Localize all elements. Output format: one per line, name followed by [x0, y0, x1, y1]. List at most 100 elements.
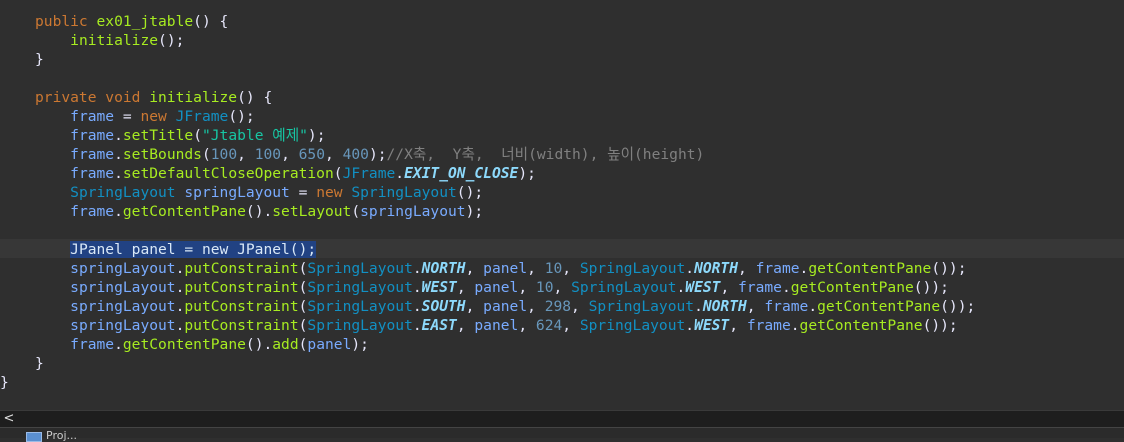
code-token: .	[395, 165, 405, 182]
project-icon[interactable]	[26, 432, 42, 442]
code-token: ,	[562, 260, 580, 277]
code-token: (	[201, 146, 211, 163]
code-token: ,	[571, 298, 589, 315]
code-line[interactable]: frame.setDefaultCloseOperation(JFrame.EX…	[35, 164, 536, 183]
code-token: frame	[738, 279, 782, 296]
code-token: frame	[70, 146, 115, 163]
code-token: JFrame	[342, 165, 396, 182]
code-token: ,	[518, 317, 536, 334]
code-token: setDefaultCloseOperation	[122, 165, 334, 182]
code-token: putConstraint	[184, 298, 299, 315]
code-token: ());	[931, 260, 967, 277]
code-token: 298	[544, 298, 572, 315]
code-token: private void	[35, 89, 150, 106]
bottom-tab-label[interactable]: Proj...	[46, 430, 77, 441]
code-token: (	[351, 203, 361, 220]
code-token: getContentPane	[799, 317, 923, 334]
code-token: SpringLayout	[307, 298, 413, 315]
code-line[interactable]: initialize();	[35, 31, 184, 50]
code-line[interactable]: JPanel panel = new JPanel();	[35, 240, 317, 259]
code-token: panel	[483, 298, 528, 315]
code-token: SpringLayout	[351, 184, 457, 201]
code-line[interactable]: private void initialize() {	[35, 88, 272, 107]
code-token: }	[35, 355, 44, 372]
code-token: ().	[245, 336, 273, 353]
code-token: springLayout	[70, 298, 176, 315]
code-token: ,	[729, 317, 747, 334]
code-token: NORTH	[421, 260, 466, 277]
code-token: NORTH	[702, 298, 747, 315]
code-token: frame	[764, 298, 809, 315]
code-token: springLayout	[70, 260, 176, 277]
code-token: JFrame	[175, 108, 229, 125]
code-line[interactable]: }	[35, 50, 44, 69]
code-token: .	[412, 317, 422, 334]
code-token: .	[808, 298, 818, 315]
code-token: getContentPane	[790, 279, 914, 296]
code-line[interactable]: springLayout.putConstraint(SpringLayout.…	[35, 278, 949, 297]
code-token: initialize	[149, 89, 238, 106]
code-token: WEST	[421, 279, 457, 296]
code-token: ex01_jtable	[96, 13, 194, 30]
code-token: ,	[465, 260, 484, 277]
scroll-left-arrow-icon[interactable]: <	[2, 411, 16, 427]
code-line[interactable]: frame.getContentPane().add(panel);	[35, 335, 369, 354]
code-token: ();	[158, 32, 185, 49]
code-line[interactable]: frame.setTitle("Jtable 예제");	[35, 126, 325, 145]
code-line[interactable]: frame.setBounds(100, 100, 650, 400);//X축…	[35, 145, 704, 164]
code-token: );	[465, 203, 484, 220]
code-token: springLayout	[70, 317, 176, 334]
code-line[interactable]: springLayout.putConstraint(SpringLayout.…	[35, 316, 958, 335]
code-token: ,	[281, 146, 299, 163]
code-token: (	[193, 127, 202, 144]
horizontal-scrollbar[interactable]: <	[0, 410, 1124, 427]
code-token: putConstraint	[184, 317, 299, 334]
code-token: ,	[738, 260, 756, 277]
code-line[interactable]: frame = new JFrame();	[35, 107, 255, 126]
code-token: getContentPane	[122, 203, 246, 220]
code-token: frame	[70, 127, 115, 144]
code-token: putConstraint	[184, 260, 299, 277]
code-token: SpringLayout	[307, 279, 413, 296]
code-token: panel	[483, 260, 528, 277]
code-line[interactable]: SpringLayout springLayout = new SpringLa…	[35, 183, 483, 202]
code-token: .	[685, 317, 695, 334]
code-token: .	[781, 279, 791, 296]
code-line[interactable]: }	[0, 373, 9, 392]
code-token: 650	[298, 146, 325, 163]
code-token: SpringLayout	[307, 260, 413, 277]
code-token: frame	[746, 317, 791, 334]
code-token: getContentPane	[808, 260, 932, 277]
code-line[interactable]: public ex01_jtable() {	[35, 12, 228, 31]
code-token: frame	[70, 165, 115, 182]
code-token: add	[272, 336, 299, 353]
code-line[interactable]: frame.getContentPane().setLayout(springL…	[35, 202, 483, 221]
code-token: .	[114, 127, 123, 144]
code-token: ,	[325, 146, 343, 163]
code-token: getContentPane	[817, 298, 941, 315]
code-token: .	[114, 146, 123, 163]
code-token: WEST	[694, 317, 730, 334]
code-line[interactable]: springLayout.putConstraint(SpringLayout.…	[35, 259, 967, 278]
code-line[interactable]: }	[35, 354, 44, 373]
code-token: .	[694, 298, 703, 315]
code-token: ());	[913, 279, 949, 296]
code-line[interactable]: springLayout.putConstraint(SpringLayout.…	[35, 297, 975, 316]
code-token: ,	[746, 298, 765, 315]
code-token: ,	[553, 279, 572, 296]
code-editor[interactable]: public ex01_jtable() { initialize();} pri…	[0, 0, 1124, 410]
code-token: springLayout	[184, 184, 290, 201]
code-token: frame	[755, 260, 800, 277]
code-token: =	[289, 184, 317, 201]
code-token: frame	[70, 108, 115, 125]
code-token: ());	[922, 317, 958, 334]
code-token: .	[412, 298, 422, 315]
code-token: springLayout	[70, 279, 176, 296]
code-token: ().	[245, 203, 273, 220]
